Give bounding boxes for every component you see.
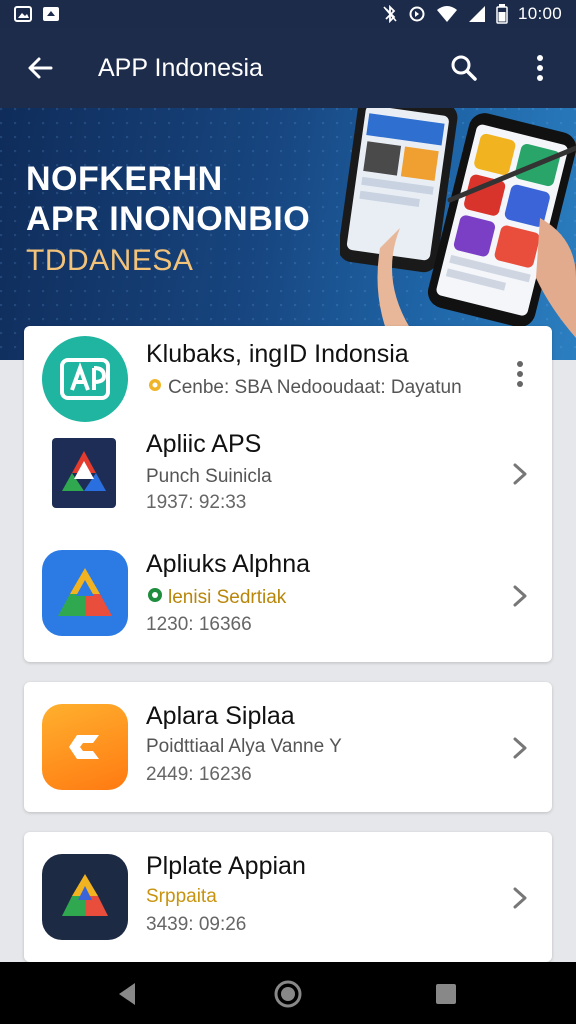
back-button[interactable] bbox=[20, 48, 60, 88]
list-item[interactable]: Klubaks, ingID Indonsia Cenbe: SBA Nedoo… bbox=[24, 326, 552, 422]
phones-illustration bbox=[340, 108, 576, 360]
chevron-right-icon bbox=[513, 887, 527, 909]
promo-banner[interactable]: NOFKERHN APR INONONBIO TDDANESA bbox=[0, 108, 576, 360]
chevron-right-icon bbox=[513, 463, 527, 485]
more-vert-icon bbox=[537, 55, 543, 81]
nav-back-button[interactable] bbox=[112, 979, 142, 1009]
system-nav-bar bbox=[0, 962, 576, 1024]
app-meta: 1230: 16366 bbox=[146, 614, 252, 635]
drive-triangle-icon bbox=[42, 854, 128, 940]
apps-card-second: Aplara Siplaa Poidttiaal Alya Vanne Y 24… bbox=[24, 682, 552, 812]
app-subtitle: Poidttiaal Alya Vanne Y bbox=[146, 736, 342, 757]
app-title: Aplara Siplaa bbox=[146, 702, 295, 730]
chevron-right-icon bbox=[513, 737, 527, 759]
sync-icon bbox=[408, 5, 426, 23]
apps-card-third: Plplate Appian Srppaita 3439: 09:26 bbox=[24, 832, 552, 962]
app-title: Plplate Appian bbox=[146, 852, 306, 880]
app-subtitle: Cenbe: SBA Nedooudaat: Dayatun bbox=[146, 376, 462, 400]
open-app-button[interactable] bbox=[506, 582, 534, 610]
open-app-button[interactable] bbox=[506, 460, 534, 488]
list-item[interactable]: Apliuks Alphna lenisi Sedrtiak 1230: 163… bbox=[24, 540, 552, 662]
wifi-icon bbox=[436, 5, 458, 23]
search-icon bbox=[451, 55, 477, 81]
banner-headline-1: NOFKERHN bbox=[26, 160, 223, 198]
more-vert-icon bbox=[517, 361, 523, 387]
open-app-button[interactable] bbox=[506, 884, 534, 912]
arrow-left-icon bbox=[28, 57, 53, 79]
app-notification-icon bbox=[42, 5, 60, 23]
app-more-button[interactable] bbox=[506, 354, 534, 394]
status-right-icons: 10:00 bbox=[382, 4, 562, 24]
app-subtitle-text: Cenbe: SBA Nedooudaat: Dayatun bbox=[168, 377, 462, 399]
chevron-right-icon bbox=[513, 585, 527, 607]
app-subtitle: Srppaita bbox=[146, 886, 217, 907]
nav-recents-icon bbox=[436, 984, 456, 1004]
image-icon bbox=[14, 5, 32, 23]
overflow-menu-button[interactable] bbox=[520, 48, 560, 88]
status-time: 10:00 bbox=[517, 4, 562, 23]
green-dot-icon bbox=[146, 586, 164, 610]
app-meta: 1937: 92:33 bbox=[146, 492, 247, 513]
drive-triangle-icon bbox=[52, 438, 116, 508]
app-subtitle: Punch Suinicla bbox=[146, 466, 272, 487]
app-meta: 2449: 16236 bbox=[146, 764, 252, 785]
nav-back-icon bbox=[119, 983, 135, 1005]
banner-headline-3: TDDANESA bbox=[26, 244, 194, 277]
drive-triangle-icon bbox=[42, 550, 128, 636]
nav-home-button[interactable] bbox=[272, 978, 304, 1010]
battery-icon bbox=[496, 4, 508, 24]
list-item[interactable]: Aplara Siplaa Poidttiaal Alya Vanne Y 24… bbox=[24, 682, 552, 812]
app-bar: APP Indonesia bbox=[0, 28, 576, 108]
nav-recents-button[interactable] bbox=[432, 980, 460, 1008]
gear-badge-icon bbox=[146, 376, 164, 400]
c-logo-icon bbox=[42, 704, 128, 790]
search-button[interactable] bbox=[444, 48, 484, 88]
app-subtitle: lenisi Sedrtiak bbox=[146, 586, 286, 610]
app-title: Apliic APS bbox=[146, 430, 262, 458]
list-item[interactable]: Apliic APS Punch Suinicla 1937: 92:33 bbox=[24, 422, 552, 540]
app-subtitle-text: lenisi Sedrtiak bbox=[168, 587, 287, 609]
app-meta: 3439: 09:26 bbox=[146, 914, 247, 935]
status-left-icons bbox=[14, 5, 60, 23]
app-title: Apliuks Alphna bbox=[146, 550, 311, 578]
bluetooth-off-icon bbox=[382, 5, 398, 23]
signal-icon bbox=[468, 5, 486, 23]
list-item[interactable]: Plplate Appian Srppaita 3439: 09:26 bbox=[24, 832, 552, 962]
banner-headline-2: APR INONONBIO bbox=[26, 200, 311, 238]
nav-home-icon bbox=[274, 980, 302, 1008]
ai-logo-icon bbox=[42, 336, 128, 422]
page-title: APP Indonesia bbox=[98, 54, 263, 82]
apps-card-featured: Klubaks, ingID Indonsia Cenbe: SBA Nedoo… bbox=[24, 326, 552, 662]
app-title: Klubaks, ingID Indonsia bbox=[146, 340, 409, 368]
open-app-button[interactable] bbox=[506, 734, 534, 762]
status-bar: 10:00 bbox=[0, 0, 576, 28]
